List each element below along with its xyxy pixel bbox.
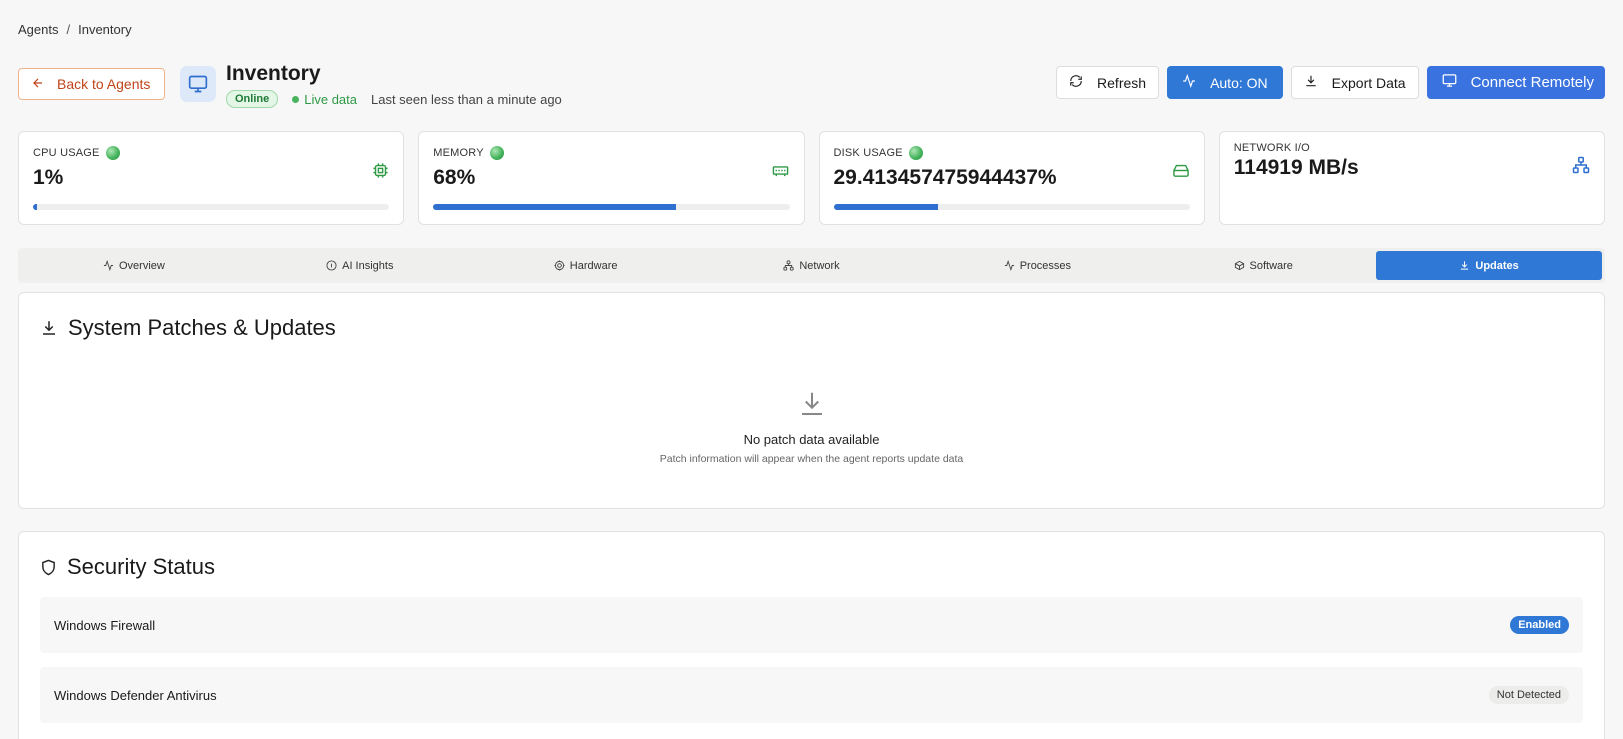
monitor-icon	[180, 66, 216, 102]
patches-empty-state: No patch data available Patch informatio…	[19, 389, 1604, 465]
disk-progress-bar	[833, 204, 1190, 210]
memory-progress-fill	[433, 204, 676, 210]
header-actions: Refresh Auto: ON Export Data Connect Rem…	[1056, 66, 1605, 99]
tab-bar: Overview AI Insights Hardware Network Pr…	[18, 248, 1605, 283]
network-card: NETWORK I/O 114919 MB/s	[1218, 131, 1605, 225]
memory-icon	[771, 162, 790, 184]
cpu-card: CPU USAGE 1%	[18, 131, 405, 225]
tab-software[interactable]: Software	[1150, 251, 1376, 280]
tab-label: Processes	[1019, 259, 1072, 272]
tab-updates[interactable]: Updates	[1376, 251, 1603, 280]
status-orb-icon	[908, 146, 923, 160]
export-data-button[interactable]: Export Data	[1290, 66, 1419, 99]
empty-subtitle: Patch information will appear when the a…	[659, 453, 964, 465]
network-value: 114919 MB/s	[1233, 156, 1359, 179]
status-badge: Enabled	[1510, 616, 1569, 634]
activity-icon	[103, 260, 114, 271]
download-icon	[1461, 261, 1469, 270]
stats-row: CPU USAGE 1% MEMORY 68% DISK USAGE 29.41…	[18, 131, 1605, 225]
connect-remotely-button[interactable]: Connect Remotely	[1426, 66, 1605, 99]
memory-label: MEMORY	[433, 147, 484, 159]
back-to-agents-button[interactable]: Back to Agents	[18, 68, 165, 100]
network-icon	[1572, 156, 1590, 179]
tab-hardware[interactable]: Hardware	[473, 251, 699, 280]
auto-refresh-toggle[interactable]: Auto: ON	[1167, 66, 1283, 99]
arrow-left-icon	[31, 76, 45, 93]
patches-panel: System Patches & Updates No patch data a…	[18, 292, 1605, 509]
activity-icon	[1004, 260, 1014, 271]
cog-icon	[554, 260, 565, 271]
tab-label: Software	[1249, 259, 1293, 272]
breadcrumb-separator: /	[66, 22, 71, 37]
disk-card: DISK USAGE 29.413457475944437%	[818, 131, 1205, 225]
disk-progress-fill	[833, 204, 939, 210]
tab-overview[interactable]: Overview	[21, 251, 247, 280]
breadcrumb-agents[interactable]: Agents	[18, 22, 58, 37]
refresh-button[interactable]: Refresh	[1056, 66, 1160, 99]
security-row-firewall: Windows Firewall Enabled	[40, 597, 1583, 653]
tab-network[interactable]: Network	[699, 251, 925, 280]
auto-label: Auto: ON	[1210, 74, 1268, 91]
tab-label: Overview	[119, 259, 165, 272]
page-title: Inventory	[226, 62, 321, 85]
status-orb-icon	[489, 146, 504, 160]
shield-icon	[42, 559, 55, 575]
cpu-progress-bar	[33, 204, 390, 210]
cpu-progress-fill	[33, 204, 37, 210]
breadcrumb: Agents / Inventory	[18, 22, 132, 37]
download-icon	[43, 321, 55, 335]
live-dot-icon	[292, 95, 300, 103]
status-orb-icon	[105, 146, 120, 160]
network-icon	[783, 260, 794, 271]
security-title-text: Security Status	[67, 554, 215, 579]
empty-title: No patch data available	[743, 432, 880, 447]
security-row-defender: Windows Defender Antivirus Not Detected	[40, 667, 1583, 723]
cpu-icon	[372, 162, 389, 184]
disk-label: DISK USAGE	[833, 147, 903, 159]
network-label: NETWORK I/O	[1233, 142, 1310, 154]
disk-value: 29.413457475944437%	[833, 166, 1057, 189]
tab-label: Network	[799, 259, 840, 272]
status-badge: Online	[226, 90, 279, 108]
tab-label: Hardware	[569, 259, 618, 272]
live-indicator: Live data	[292, 92, 357, 107]
tab-processes[interactable]: Processes	[924, 251, 1150, 280]
patches-title-text: System Patches & Updates	[68, 315, 336, 340]
back-button-label: Back to Agents	[57, 76, 151, 92]
disk-icon	[1172, 162, 1190, 184]
patches-title: System Patches & Updates	[40, 315, 336, 341]
activity-icon	[1182, 73, 1196, 91]
package-icon	[1234, 260, 1244, 271]
tab-label: AI Insights	[342, 259, 394, 272]
download-icon	[801, 392, 822, 415]
monitor-icon	[1442, 73, 1457, 92]
security-title: Security Status	[40, 554, 215, 580]
last-seen: Last seen less than a minute ago	[371, 91, 562, 107]
cpu-value: 1%	[33, 166, 64, 189]
page-header: Back to Agents Inventory Online Live dat…	[18, 62, 1605, 108]
cpu-label: CPU USAGE	[33, 147, 100, 159]
breadcrumb-current: Inventory	[78, 22, 132, 37]
agent-status-line: Online Live data Last seen less than a m…	[226, 90, 562, 108]
status-badge: Not Detected	[1488, 686, 1569, 704]
download-icon	[1304, 74, 1318, 91]
security-item-name: Windows Defender Antivirus	[54, 687, 217, 703]
export-label: Export Data	[1331, 74, 1406, 91]
live-label: Live data	[304, 91, 357, 107]
tab-ai-insights[interactable]: AI Insights	[247, 251, 473, 280]
security-panel: Security Status Windows Firewall Enabled…	[18, 531, 1605, 739]
tab-label: Updates	[1475, 259, 1519, 272]
memory-value: 68%	[433, 166, 476, 189]
memory-card: MEMORY 68%	[418, 131, 805, 225]
memory-progress-bar	[433, 204, 790, 210]
connect-label: Connect Remotely	[1470, 74, 1594, 91]
security-item-name: Windows Firewall	[54, 617, 156, 633]
info-icon	[326, 260, 337, 271]
refresh-icon	[1069, 74, 1083, 91]
refresh-label: Refresh	[1097, 74, 1147, 91]
